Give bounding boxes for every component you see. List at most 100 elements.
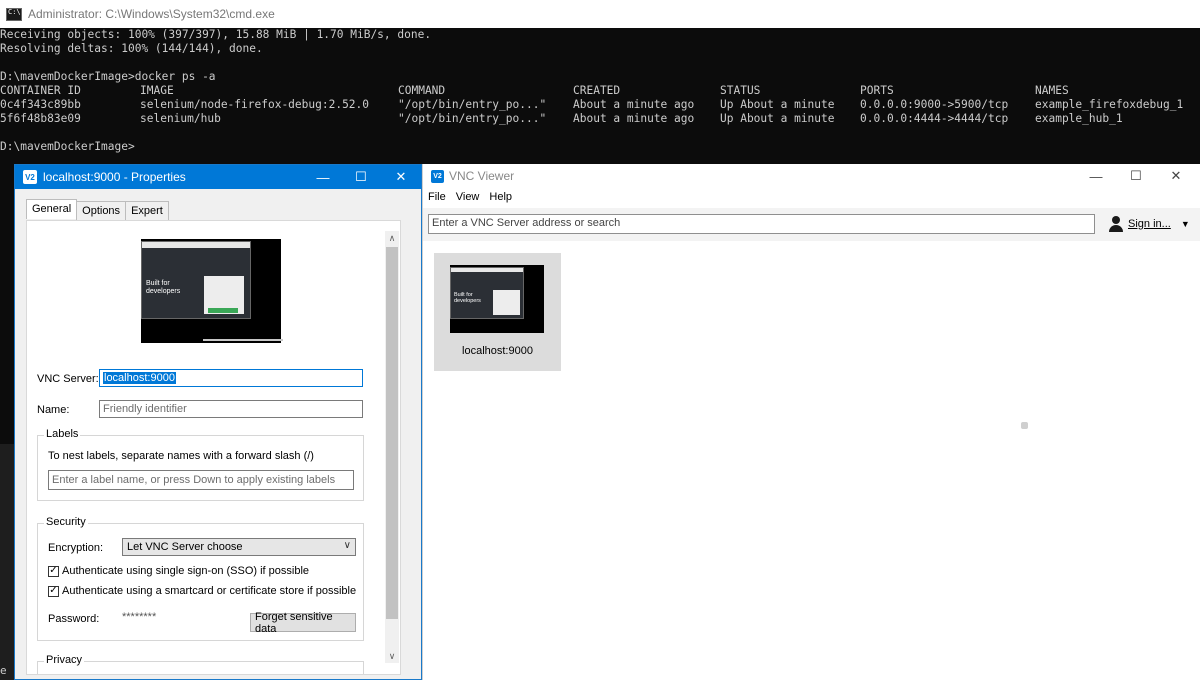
thumbnail-footer-bar [203, 339, 283, 341]
security-group-title: Security [44, 516, 88, 528]
forget-sensitive-data-button[interactable]: Forget sensitive data [250, 611, 356, 635]
thumbnail-browser: Built for developers [141, 241, 251, 319]
minimize-button[interactable]: — [303, 165, 343, 189]
minimize-button[interactable]: — [1076, 164, 1116, 188]
table-cell: 0c4f343c89bb [0, 98, 81, 111]
scroll-down-arrow-icon[interactable]: ∨ [385, 649, 399, 663]
labels-input[interactable]: Enter a label name, or press Down to app… [48, 470, 354, 490]
encryption-select[interactable]: Let VNC Server choose ∨ [122, 538, 356, 556]
encryption-label: Encryption: [48, 542, 104, 554]
menu-file[interactable]: File [423, 190, 451, 208]
table-cell: Up About a minute [720, 98, 835, 111]
tile-label: localhost:9000 [462, 345, 533, 357]
vnc-menu-bar: File View Help [423, 190, 517, 208]
tile-thumbnail-browser: Built for developers [450, 267, 524, 319]
vnc-server-input[interactable]: localhost:9000 [99, 369, 363, 387]
sso-checkbox-row[interactable]: ✓ Authenticate using single sign-on (SSO… [48, 565, 309, 577]
table-cell: 5f6f48b83e09 [0, 112, 81, 125]
smartcard-checkbox-row[interactable]: ✓ Authenticate using a smartcard or cert… [48, 585, 356, 597]
sign-in-label: Sign in... [1128, 218, 1171, 230]
general-tab-panel: Built for developers VNC Server: localho… [26, 220, 401, 675]
vnc-toolbar: Enter a VNC Server address or search Sig… [423, 208, 1200, 241]
table-cell: 0.0.0.0:9000->5900/tcp [860, 98, 1009, 111]
sign-in-button[interactable]: Sign in... ▼ [1108, 214, 1190, 234]
privacy-groupbox: Privacy [37, 654, 364, 674]
cmd-window-title: Administrator: C:\Windows\System32\cmd.e… [28, 7, 275, 21]
menu-help[interactable]: Help [484, 190, 517, 208]
table-cell: Up About a minute [720, 112, 835, 125]
tile-thumbnail-headline: Built for developers [454, 292, 481, 304]
table-cell: "/opt/bin/entry_po..." [398, 98, 547, 111]
console-line: Receiving objects: 100% (397/397), 15.88… [0, 28, 432, 41]
table-header-command: COMMAND [398, 84, 446, 97]
maximize-button[interactable]: ☐ [341, 165, 381, 189]
table-cell: example_hub_1 [1035, 112, 1123, 125]
labels-placeholder: Enter a label name, or press Down to app… [52, 474, 336, 486]
smartcard-checkbox[interactable]: ✓ [48, 585, 59, 597]
properties-window-title: localhost:9000 - Properties [43, 170, 186, 184]
tile-thumbnail: Built for developers [450, 265, 544, 333]
tab-options[interactable]: Options [76, 201, 127, 221]
table-cell: 0.0.0.0:4444->4444/tcp [860, 112, 1009, 125]
menu-view[interactable]: View [451, 190, 485, 208]
close-button[interactable]: ✕ [381, 165, 421, 189]
tab-bar: General Options Expert [26, 199, 169, 221]
console-line: Resolving deltas: 100% (144/144), done. [0, 42, 263, 55]
table-cell: example_firefoxdebug_1 [1035, 98, 1184, 111]
server-thumbnail: Built for developers [141, 239, 283, 343]
encryption-value: Let VNC Server choose [127, 541, 243, 553]
tile-thumbnail-bar [451, 268, 523, 272]
table-header-status: STATUS [720, 84, 761, 97]
vnc-address-search-input[interactable]: Enter a VNC Server address or search [428, 214, 1095, 234]
vnc-logo-icon: V2 [23, 170, 37, 184]
scrollbar-thumb[interactable] [386, 247, 398, 619]
password-label: Password: [48, 613, 100, 625]
table-header-names: NAMES [1035, 84, 1069, 97]
chevron-down-icon: ∨ [343, 540, 351, 551]
tab-general[interactable]: General [26, 199, 78, 219]
scroll-up-arrow-icon[interactable]: ∧ [385, 231, 399, 245]
console-line: D:\mavemDockerImage>docker ps -a [0, 70, 216, 83]
vnc-title-bar[interactable]: V2 VNC Viewer — ☐ ✕ [423, 164, 1200, 188]
table-cell: About a minute ago [573, 112, 695, 125]
vnc-window-title: VNC Viewer [449, 169, 515, 183]
cmd-console-strip-lower [0, 444, 14, 680]
maximize-button[interactable]: ☐ [1116, 164, 1156, 188]
table-cell: selenium/node-firefox-debug:2.52.0 [140, 98, 370, 111]
table-header-created: CREATED [573, 84, 621, 97]
vnc-address-placeholder: Enter a VNC Server address or search [432, 217, 621, 229]
properties-dialog: V2 localhost:9000 - Properties — ☐ ✕ Gen… [14, 164, 422, 680]
table-header-container-id: CONTAINER ID [0, 84, 81, 97]
address-book-tile[interactable]: Built for developers localhost:9000 [434, 253, 561, 371]
privacy-group-title: Privacy [44, 654, 85, 666]
sso-checkbox[interactable]: ✓ [48, 565, 59, 577]
thumbnail-headline: Built for developers [146, 280, 181, 295]
person-icon [1108, 216, 1124, 232]
cmd-console[interactable]: Receiving objects: 100% (397/397), 15.88… [0, 28, 1200, 164]
vnc-server-label: VNC Server: [37, 373, 99, 385]
vnc-server-value: localhost:9000 [103, 372, 176, 384]
labels-group-title: Labels [44, 428, 81, 440]
name-label: Name: [37, 404, 70, 416]
table-cell: About a minute ago [573, 98, 695, 111]
thumbnail-browser-bar [142, 242, 250, 248]
cmd-title-bar[interactable]: Administrator: C:\Windows\System32\cmd.e… [0, 0, 1200, 28]
properties-title-bar[interactable]: V2 localhost:9000 - Properties — ☐ ✕ [15, 165, 421, 189]
password-value: ******** [122, 611, 157, 623]
name-input[interactable]: Friendly identifier [99, 400, 363, 418]
console-prompt: D:\mavemDockerImage> [0, 140, 135, 153]
close-button[interactable]: ✕ [1156, 164, 1196, 188]
smartcard-checkbox-label: Authenticate using a smartcard or certif… [62, 585, 357, 597]
caret-down-icon: ▼ [1180, 219, 1190, 229]
tile-thumbnail-card [493, 290, 520, 315]
properties-scrollbar[interactable]: ∧ ∨ [385, 231, 399, 663]
table-header-ports: PORTS [860, 84, 894, 97]
table-cell: selenium/hub [140, 112, 221, 125]
tab-expert[interactable]: Expert [125, 201, 169, 221]
table-cell: "/opt/bin/entry_po..." [398, 112, 547, 125]
security-groupbox: Security Encryption: Let VNC Server choo… [37, 516, 364, 641]
labels-groupbox: Labels To nest labels, separate names wi… [37, 428, 364, 501]
cmd-app-icon [6, 7, 22, 21]
console-tail-char: e [0, 664, 7, 677]
vnc-viewer-window: V2 VNC Viewer — ☐ ✕ File View Help Enter… [422, 164, 1200, 680]
